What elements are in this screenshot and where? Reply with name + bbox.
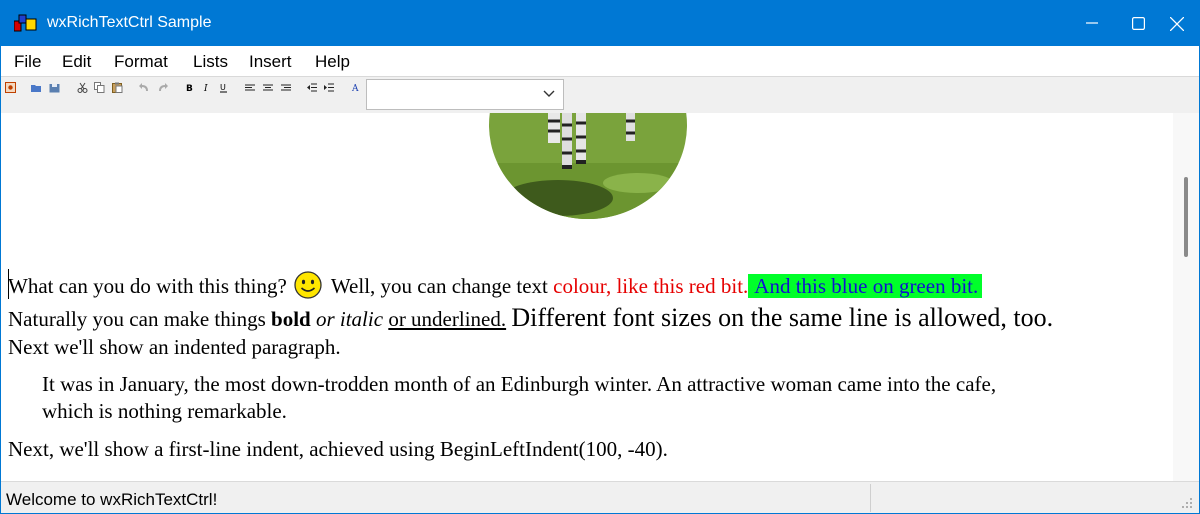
- redo-button[interactable]: [157, 82, 168, 93]
- window-title: wxRichTextCtrl Sample: [47, 14, 212, 31]
- status-bar: Welcome to wxRichTextCtrl!: [1, 481, 1199, 513]
- app-icon: [13, 13, 38, 33]
- red-text-run: colour, like this red bit.: [553, 274, 749, 298]
- menu-bar: File Edit Format Lists Insert Help: [1, 46, 1199, 77]
- about-button[interactable]: [5, 82, 16, 93]
- maximize-icon: [1132, 17, 1145, 30]
- close-button[interactable]: [1153, 1, 1199, 46]
- svg-text:U: U: [220, 83, 226, 92]
- svg-text:A: A: [351, 84, 359, 93]
- align-center-button[interactable]: [263, 82, 274, 93]
- open-button[interactable]: [31, 82, 42, 93]
- title-bar[interactable]: wxRichTextCtrl Sample: [1, 1, 1199, 46]
- align-right-icon: [281, 84, 291, 91]
- redo-icon: [159, 83, 168, 91]
- undo-button[interactable]: [139, 82, 150, 93]
- rich-text-editor[interactable]: What can you do with this thing? Well, y…: [1, 113, 1173, 481]
- italic-button[interactable]: I: [201, 82, 212, 93]
- save-button[interactable]: [49, 82, 60, 93]
- align-right-button[interactable]: [281, 82, 292, 93]
- align-left-button[interactable]: [245, 82, 256, 93]
- status-text: Welcome to wxRichTextCtrl!: [6, 490, 218, 509]
- menu-help[interactable]: Help: [315, 52, 350, 72]
- scrollbar-thumb[interactable]: [1184, 177, 1188, 257]
- underlined-text-run: or underlined.: [388, 307, 507, 331]
- paragraph-3: Next we'll show an indented paragraph.: [8, 335, 341, 359]
- italic-icon: I: [203, 84, 208, 93]
- indent-less-icon: [307, 83, 317, 92]
- font-icon: A: [351, 84, 359, 93]
- indent-more-icon: [324, 83, 334, 92]
- resize-grip-icon[interactable]: [1181, 497, 1193, 509]
- font-button[interactable]: A: [351, 82, 362, 93]
- save-icon: [49, 84, 60, 93]
- indented-paragraph-line-1: It was in January, the most down-trodden…: [42, 372, 997, 396]
- bold-icon: B: [186, 84, 193, 93]
- toolbar: B I U A: [1, 77, 1199, 113]
- copy-icon: [94, 82, 105, 93]
- smiley-icon: [294, 271, 322, 299]
- italic-text-run: or italic: [315, 307, 384, 331]
- paragraph-1: What can you do with this thing? Well, y…: [8, 271, 983, 299]
- indent-less-button[interactable]: [307, 82, 318, 93]
- style-combo[interactable]: [366, 79, 564, 110]
- svg-text:B: B: [186, 84, 193, 93]
- bold-text-run: bold: [271, 307, 311, 331]
- menu-insert[interactable]: Insert: [249, 52, 292, 72]
- align-center-icon: [263, 84, 273, 91]
- text-run: Naturally you can make things: [8, 307, 266, 331]
- paste-button[interactable]: [112, 82, 123, 93]
- underline-button[interactable]: U: [218, 82, 229, 93]
- cut-button[interactable]: [77, 82, 88, 93]
- indented-paragraph-line-2: which is nothing remarkable.: [42, 399, 287, 423]
- large-text-run: Different font sizes on the same line is…: [511, 303, 1054, 332]
- undo-icon: [139, 83, 148, 91]
- zebra-image: [489, 113, 687, 219]
- minimize-button[interactable]: [1069, 1, 1115, 46]
- menu-lists[interactable]: Lists: [193, 52, 228, 72]
- paste-icon: [112, 82, 123, 93]
- text-run: What can you do with this thing?: [8, 274, 287, 298]
- minimize-icon: [1086, 22, 1098, 24]
- paragraph-4: Next, we'll show a first-line indent, ac…: [8, 437, 668, 461]
- bold-button[interactable]: B: [184, 82, 195, 93]
- cut-icon: [77, 82, 88, 93]
- align-left-icon: [245, 84, 255, 91]
- text-run: Well, you can change text: [330, 274, 548, 298]
- chevron-down-icon: [543, 90, 555, 97]
- blue-on-green-text-run: And this blue on green bit.: [748, 274, 983, 298]
- about-icon: [5, 82, 16, 93]
- indent-more-button[interactable]: [324, 82, 335, 93]
- underline-icon: U: [220, 83, 227, 93]
- menu-format[interactable]: Format: [114, 52, 168, 72]
- svg-text:I: I: [203, 84, 208, 93]
- status-separator: [870, 484, 871, 512]
- menu-file[interactable]: File: [14, 52, 41, 72]
- close-icon: [1170, 17, 1184, 31]
- paragraph-2: Naturally you can make things bold or it…: [8, 305, 1053, 332]
- menu-edit[interactable]: Edit: [62, 52, 91, 72]
- app-window: wxRichTextCtrl Sample File Edit Format L…: [0, 0, 1200, 514]
- vertical-scrollbar[interactable]: [1173, 113, 1199, 481]
- copy-button[interactable]: [94, 82, 105, 93]
- open-icon: [31, 85, 41, 92]
